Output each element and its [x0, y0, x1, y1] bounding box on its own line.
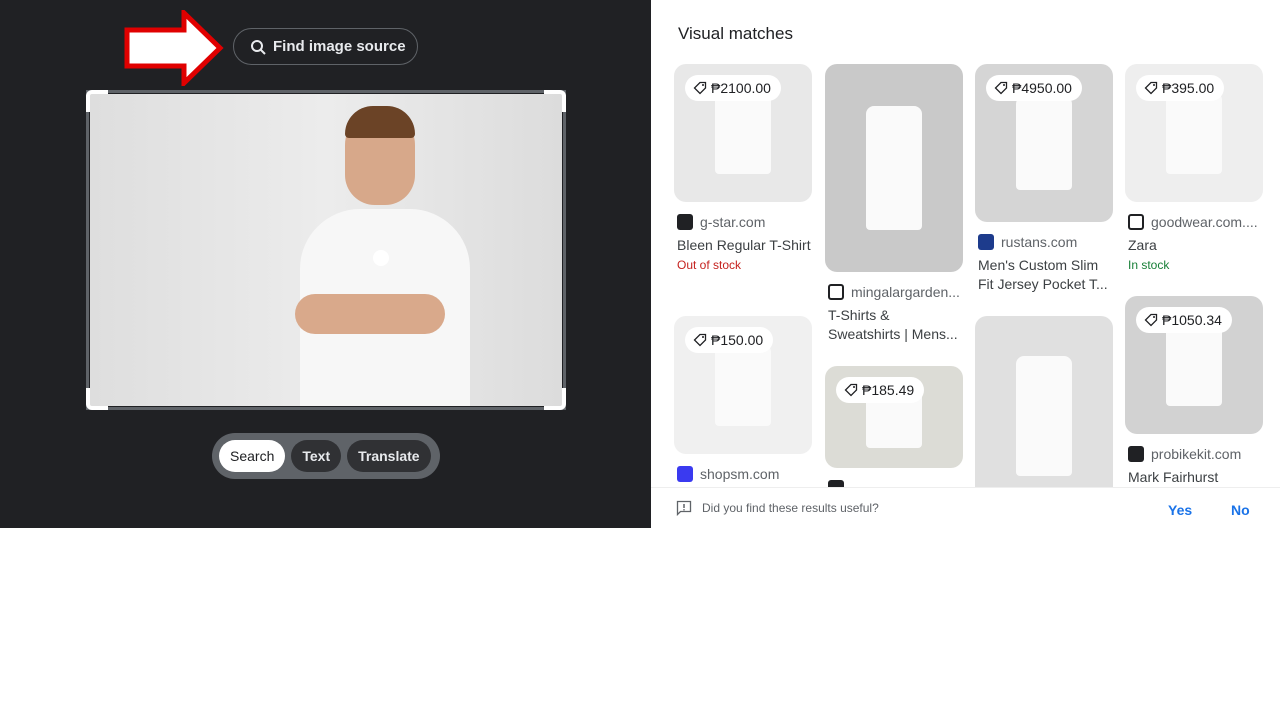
section-title: Visual matches: [678, 24, 793, 43]
result-source[interactable]: goodwear.com....: [1125, 214, 1263, 230]
feedback-no-button[interactable]: No: [1231, 502, 1250, 518]
result-title[interactable]: Bleen Regular T-Shirt: [674, 236, 812, 255]
result-source[interactable]: probikekit.com: [1125, 446, 1263, 462]
source-domain: rustans.com: [1001, 234, 1078, 250]
price-badge: ₱395.00: [1136, 75, 1225, 101]
mode-search-button[interactable]: Search: [219, 440, 286, 472]
source-domain: g-star.com: [700, 214, 766, 230]
result-source[interactable]: shopsm.com: [674, 466, 812, 482]
site-favicon-icon: [677, 466, 693, 482]
source-domain: shopsm.com: [700, 466, 780, 482]
result-source[interactable]: mingalargarden...: [825, 284, 963, 300]
result-card[interactable]: ₱4950.00 rustans.com Men's Custom Slim Fit…: [975, 64, 1113, 297]
site-favicon-icon: [828, 480, 844, 487]
price-badge: ₱4950.00: [986, 75, 1082, 101]
source-domain: goodwear.com....: [1151, 214, 1258, 230]
result-source[interactable]: rustans.com: [975, 234, 1113, 250]
source-domain: probikekit.com: [1151, 446, 1242, 462]
feedback-yes-button[interactable]: Yes: [1168, 502, 1192, 518]
query-image: [90, 94, 562, 406]
result-card[interactable]: ₱185.49: [825, 366, 963, 487]
crop-handle-top-right[interactable]: [544, 90, 566, 112]
result-card[interactable]: mingalargarden... T-Shirts & Sweatshirts …: [825, 64, 963, 347]
price: ₱395.00: [1162, 80, 1215, 96]
result-title[interactable]: Mark Fairhurst: [1125, 468, 1263, 487]
source-domain: mingalargarden...: [851, 284, 960, 300]
result-source[interactable]: [825, 480, 963, 487]
price-badge: ₱2100.00: [685, 75, 781, 101]
price-badge: ₱1050.34: [1136, 307, 1232, 333]
price-tag-icon: [693, 333, 707, 347]
red-arrow-annotation-icon: [124, 10, 224, 86]
mode-text-button[interactable]: Text: [291, 440, 342, 472]
lens-image-panel: Find image source Search Text Translate: [0, 0, 651, 528]
price: ₱2100.00: [711, 80, 771, 96]
result-thumbnail[interactable]: ₱1050.34: [1125, 296, 1263, 434]
visual-matches-grid[interactable]: Visual matches ₱2100.00 g-star.com Bleen R…: [651, 0, 1280, 487]
price-tag-icon: [693, 81, 707, 95]
result-thumbnail[interactable]: [975, 316, 1113, 487]
result-thumbnail[interactable]: ₱4950.00: [975, 64, 1113, 222]
lens-mode-switcher: Search Text Translate: [212, 433, 440, 479]
feedback-icon: [676, 500, 692, 516]
find-image-source-label: Find image source: [273, 38, 406, 55]
stock-status: Out of stock: [677, 258, 742, 272]
result-thumbnail[interactable]: ₱395.00: [1125, 64, 1263, 202]
result-thumbnail[interactable]: [825, 64, 963, 272]
result-thumbnail[interactable]: ₱2100.00: [674, 64, 812, 202]
price-tag-icon: [1144, 81, 1158, 95]
site-favicon-icon: [828, 284, 844, 300]
result-title[interactable]: Men's Custom Slim Fit Jersey Pocket T...: [975, 256, 1113, 294]
feedback-bar: Did you find these results useful? Yes N…: [651, 487, 1280, 528]
site-favicon-icon: [1128, 446, 1144, 462]
site-favicon-icon: [677, 214, 693, 230]
feedback-question: Did you find these results useful?: [702, 501, 879, 515]
crop-handle-top-left[interactable]: [86, 90, 108, 112]
result-title[interactable]: Zara: [1125, 236, 1263, 255]
price: ₱150.00: [711, 332, 764, 348]
result-title[interactable]: T-Shirts & Sweatshirts | Mens...: [825, 306, 963, 344]
price-badge: ₱185.49: [836, 377, 925, 403]
price: ₱1050.34: [1162, 312, 1222, 328]
result-card[interactable]: [975, 316, 1113, 487]
price: ₱4950.00: [1012, 80, 1072, 96]
crop-handle-bottom-left[interactable]: [86, 388, 108, 410]
site-favicon-icon: [1128, 214, 1144, 230]
result-card[interactable]: ₱1050.34 probikekit.com Mark Fairhurst: [1125, 296, 1263, 487]
result-thumbnail[interactable]: ₱150.00: [674, 316, 812, 454]
image-search-icon: [251, 39, 266, 55]
results-panel: Visual matches ₱2100.00 g-star.com Bleen R…: [651, 0, 1280, 528]
price: ₱185.49: [862, 382, 915, 398]
result-card[interactable]: ₱395.00 goodwear.com.... Zara In stock: [1125, 64, 1263, 272]
price-tag-icon: [844, 383, 858, 397]
price-tag-icon: [1144, 313, 1158, 327]
result-source[interactable]: g-star.com: [674, 214, 812, 230]
price-tag-icon: [994, 81, 1008, 95]
find-image-source-button[interactable]: Find image source: [233, 28, 418, 65]
result-card[interactable]: ₱2100.00 g-star.com Bleen Regular T-Shirt O…: [674, 64, 812, 272]
stock-status: In stock: [1128, 258, 1170, 272]
result-card[interactable]: ₱150.00 shopsm.com: [674, 316, 812, 487]
price-badge: ₱150.00: [685, 327, 774, 353]
site-favicon-icon: [978, 234, 994, 250]
object-dot[interactable]: [373, 250, 389, 266]
crop-handle-bottom-right[interactable]: [544, 388, 566, 410]
result-thumbnail[interactable]: ₱185.49: [825, 366, 963, 468]
mode-translate-button[interactable]: Translate: [347, 440, 431, 472]
